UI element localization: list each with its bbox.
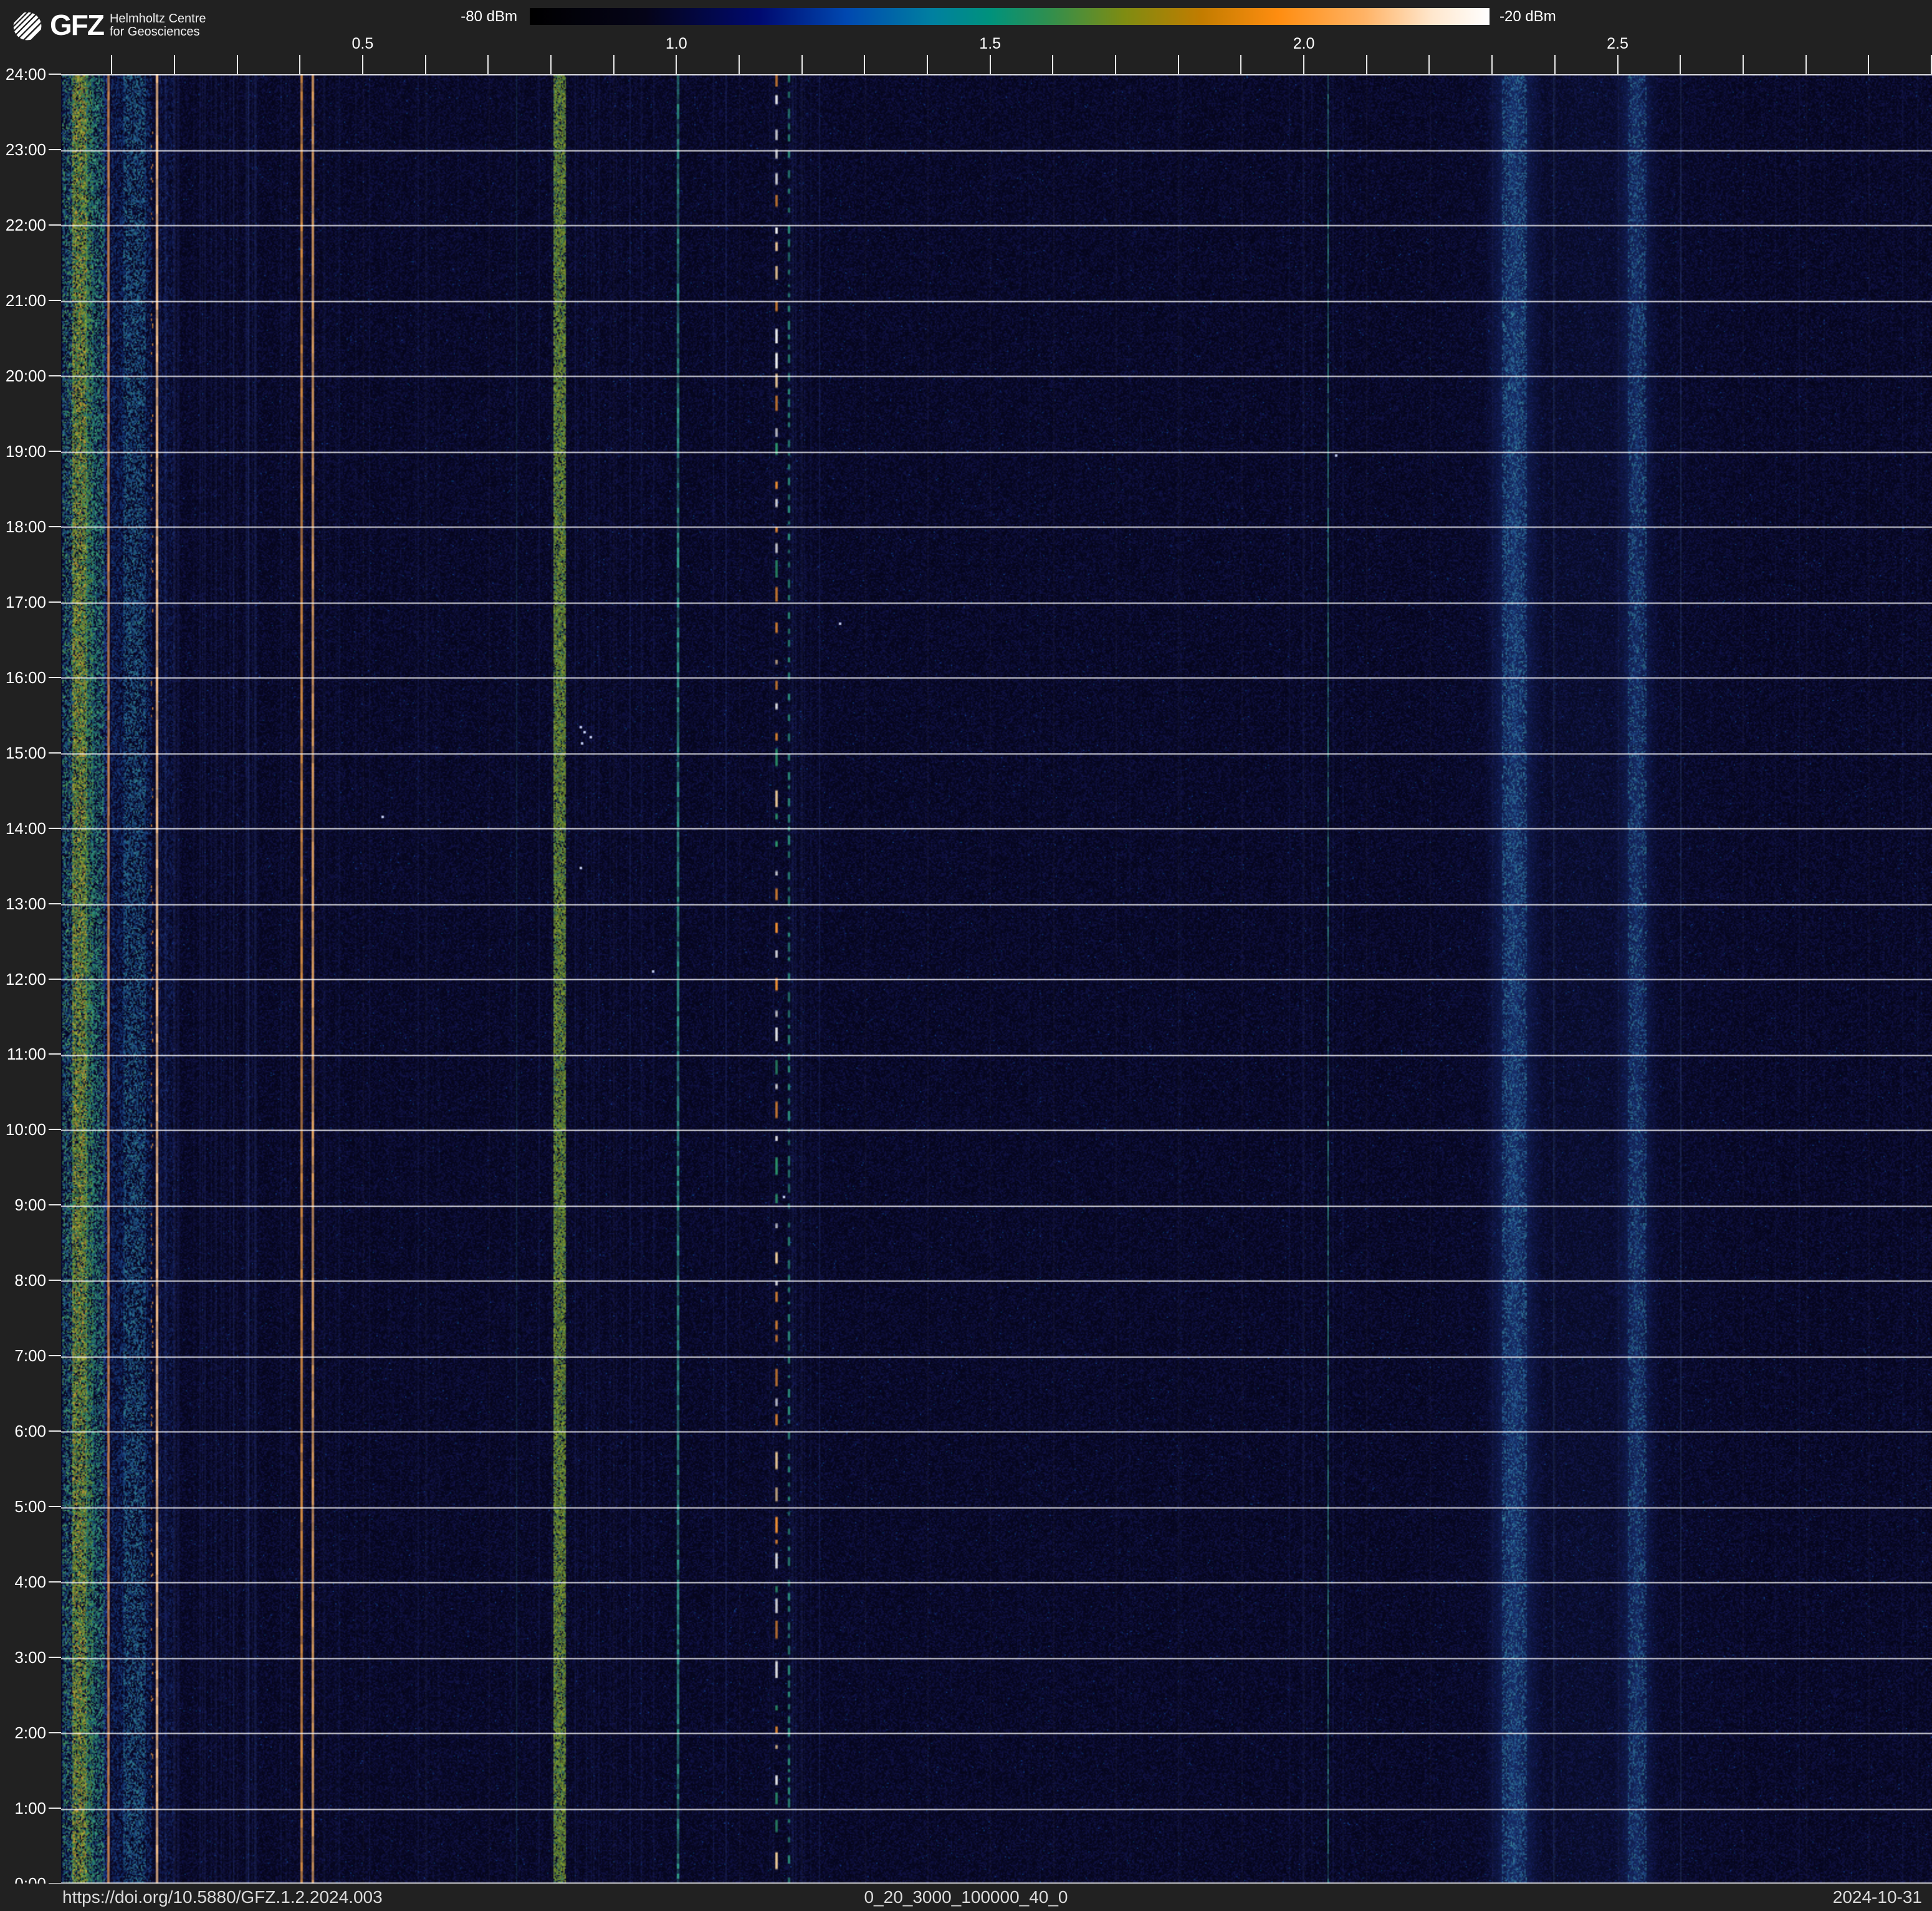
gfz-logo: GFZ Helmholtz Centre for Geosciences [12,11,206,41]
x-axis-tick [1805,55,1807,74]
y-axis-label: 17:00 [0,593,46,611]
y-axis-label: 13:00 [0,895,46,912]
x-axis-tick [1428,55,1430,74]
y-axis-label: 10:00 [0,1121,46,1138]
y-axis-tick [49,451,61,452]
x-axis-tick [425,55,426,74]
x-axis-tick [1178,55,1179,74]
y-axis-label: 18:00 [0,518,46,535]
y-axis-label: 21:00 [0,292,46,309]
x-axis-tick [487,55,489,74]
y-axis-label: 4:00 [0,1573,46,1591]
y-axis-tick [49,74,61,75]
y-axis-tick [49,1355,61,1356]
y-axis-label: 20:00 [0,367,46,385]
y-axis-tick [49,1280,61,1281]
y-axis-label: 6:00 [0,1422,46,1440]
y-axis-label: 12:00 [0,970,46,988]
x-axis-tick [362,55,363,74]
x-axis-tick [1240,55,1241,74]
y-axis-label: 5:00 [0,1498,46,1515]
y-axis-tick [49,1657,61,1658]
y-axis-tick [49,1129,61,1130]
y-axis-label: 22:00 [0,216,46,234]
x-axis-tick [676,55,677,74]
y-axis-tick [49,979,61,980]
x-axis-tick [1868,55,1869,74]
y-axis-tick [49,149,61,150]
y-axis-label: 2:00 [0,1724,46,1741]
x-axis-tick-label: 1.0 [648,35,704,53]
x-axis-tick [1303,55,1304,74]
x-axis-tick-label: 2.0 [1276,35,1332,53]
y-axis-label: 8:00 [0,1272,46,1289]
x-axis-tick [1680,55,1681,74]
y-axis-tick [49,224,61,226]
y-axis-tick [49,1204,61,1205]
org-name-line1: Helmholtz Centre [110,12,206,26]
y-axis-tick [49,677,61,678]
y-axis-tick [49,828,61,829]
gfz-globe-icon [12,11,42,41]
y-axis-tick [49,1053,61,1055]
x-axis-tick [1052,55,1053,74]
y-axis-tick [49,1506,61,1507]
x-axis-tick-label: 0.5 [335,35,391,53]
x-axis-tick [1743,55,1744,74]
x-axis-tick [990,55,991,74]
spectrogram-canvas [61,74,1932,1884]
x-axis-tick [739,55,740,74]
header-bar: GFZ Helmholtz Centre for Geosciences -80… [0,0,1932,74]
footer-dataset: 0_20_3000_100000_40_0 [864,1884,1068,1910]
y-axis-tick [49,752,61,754]
x-axis-tick [174,55,175,74]
y-axis-tick [49,1808,61,1809]
x-axis-tick [1491,55,1493,74]
x-axis-tick [864,55,865,74]
y-axis-tick [49,903,61,904]
y-axis-tick [49,300,61,301]
y-axis-label: 19:00 [0,443,46,460]
org-abbrev: GFZ [50,11,103,39]
footer-bar: https://doi.org/10.5880/GFZ.1.2.2024.003… [0,1884,1932,1910]
y-axis-label: 15:00 [0,744,46,762]
footer-doi: https://doi.org/10.5880/GFZ.1.2.2024.003 [62,1884,383,1910]
y-axis-tick [49,601,61,603]
x-axis-tick [927,55,928,74]
y-axis-tick [49,1732,61,1733]
x-axis-tick [1617,55,1619,74]
colorbar-min-label: -80 dBm [374,8,517,25]
x-axis-tick [1366,55,1367,74]
y-axis-tick [49,1430,61,1432]
colorbar-max-label: -20 dBm [1499,8,1686,25]
y-axis-label: 11:00 [0,1045,46,1063]
org-name-line2: for Geosciences [110,26,206,39]
x-axis-tick [299,55,300,74]
x-axis-tick [1554,55,1556,74]
y-axis-label: 9:00 [0,1196,46,1214]
y-axis-tick [49,1581,61,1583]
colorbar-gradient [530,8,1490,25]
org-name: Helmholtz Centre for Geosciences [110,11,206,39]
x-axis-tick [1115,55,1116,74]
y-axis-label: 1:00 [0,1799,46,1817]
y-axis-tick [49,526,61,527]
y-axis-tick [49,375,61,376]
x-axis-tick [111,55,112,74]
plot-area [61,74,1932,1884]
x-axis-tick [613,55,615,74]
x-axis-tick [237,55,238,74]
y-axis-label: 23:00 [0,141,46,158]
y-axis-label: 14:00 [0,820,46,837]
x-axis-tick [801,55,803,74]
y-axis-label: 7:00 [0,1347,46,1364]
x-axis-tick-label: 2.5 [1590,35,1646,53]
footer-date: 2024-10-31 [1833,1884,1922,1910]
x-axis-tick-label: 1.5 [962,35,1018,53]
y-axis-label: 3:00 [0,1649,46,1666]
x-axis-tick [550,55,552,74]
y-axis-label: 16:00 [0,669,46,686]
y-axis-label: 24:00 [0,65,46,83]
